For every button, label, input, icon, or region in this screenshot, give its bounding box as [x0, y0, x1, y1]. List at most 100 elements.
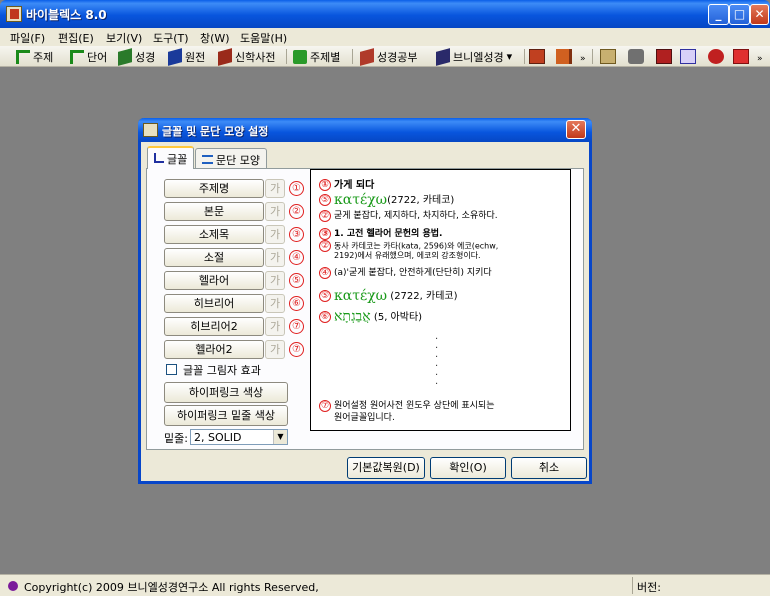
toolbar-separator	[286, 49, 287, 64]
chevron-down-icon[interactable]: ▼	[273, 430, 287, 444]
preview-line: 원어글꼴입니다.	[334, 413, 395, 423]
preview-char-button[interactable]: 가	[265, 179, 285, 198]
preview-char-button[interactable]: 가	[265, 202, 285, 221]
menu-help[interactable]: 도움말(H)	[240, 30, 287, 46]
preview-char-button[interactable]: 가	[265, 340, 285, 359]
bible-study-icon	[360, 47, 374, 66]
hyperlink-underline-button[interactable]: 하이퍼링크 밑줄 색상	[164, 405, 288, 426]
exit-icon[interactable]	[556, 49, 572, 64]
ellipsis-dots: · · · · · ·	[435, 334, 439, 390]
dialog-title-bar: 글꼴 및 문단 모양 설정 ✕	[138, 118, 592, 142]
number-marker: ⑦	[289, 319, 304, 334]
word-icon	[70, 49, 84, 64]
menu-view[interactable]: 보기(V)	[106, 30, 142, 46]
font-button-greek2[interactable]: 헬라어2	[164, 340, 264, 359]
number-marker: ⑥	[289, 296, 304, 311]
preview-line: ⑥ אֲבַגְתָא (5, 아박타)	[319, 308, 423, 325]
toolbar-bible-study-button[interactable]: 성경공부	[360, 47, 417, 66]
toolbar-separator	[592, 49, 593, 64]
version-text: 버전: 8,0,0(2009060301)	[632, 577, 750, 596]
theology-book-icon	[218, 47, 232, 66]
font-button-hebrew2[interactable]: 히브리어2	[164, 317, 264, 336]
underline-select[interactable]: 2, SOLID ▼	[190, 429, 288, 445]
preview-line: ② 굳게 붙잡다, 제지하다, 차지하다, 소유하다.	[319, 209, 498, 222]
paragraph-tab-icon	[202, 155, 213, 164]
number-marker: ③	[289, 227, 304, 242]
font-button-body[interactable]: 본문	[164, 202, 264, 221]
bible-book-icon	[118, 47, 132, 66]
shadow-checkbox[interactable]	[166, 364, 177, 375]
copy-icon[interactable]	[656, 49, 672, 64]
preview-char-button[interactable]: 가	[265, 248, 285, 267]
chevron-down-icon[interactable]: ▾	[507, 50, 513, 63]
preview-line: 2192)에서 유래했으며, 에코의 강조형이다.	[334, 251, 481, 260]
toolbar-original-button[interactable]: 원전	[168, 47, 205, 66]
font-button-hebrew[interactable]: 히브리어	[164, 294, 264, 313]
preview-line: ⑤ κατέχω (2722, 카테코)	[319, 288, 458, 304]
red-book-icon[interactable]	[733, 49, 749, 64]
preview-line: ⑤ κατέχω(2722, 카테코)	[319, 192, 455, 208]
maximize-button[interactable]: □	[729, 4, 750, 25]
by-topic-icon	[293, 49, 307, 64]
font-button-subtitle[interactable]: 소제목	[164, 225, 264, 244]
preview-char-button[interactable]: 가	[265, 294, 285, 313]
shadow-checkbox-label: 글꼴 그림자 효과	[183, 364, 261, 377]
cancel-button[interactable]: 취소	[511, 457, 587, 479]
grid-icon[interactable]	[529, 49, 545, 64]
font-button-greek[interactable]: 헬라어	[164, 271, 264, 290]
font-button-section[interactable]: 소절	[164, 248, 264, 267]
number-marker: ⑤	[289, 273, 304, 288]
font-preview-panel: ① 가게 되다 ⑤ κατέχω(2722, 카테코) ② 굳게 붙잡다, 제지하다,…	[310, 169, 571, 431]
folder-icon[interactable]	[600, 49, 616, 64]
preview-char-button[interactable]: 가	[265, 271, 285, 290]
menu-file[interactable]: 파일(F)	[10, 30, 45, 46]
number-marker: ②	[289, 204, 304, 219]
menu-tools[interactable]: 도구(T)	[153, 30, 189, 46]
toolbar-theology-dict-button[interactable]: 신학사전	[218, 47, 275, 66]
app-title-bar: 바이블렉스 8.0 _ □ ✕	[0, 0, 770, 28]
preview-line: ③ 1. 고전 헬라어 문헌의 용법.	[319, 226, 442, 240]
preview-line: ④ (a)'굳게 붙잡다, 안전하게(단단히) 지키다	[319, 266, 492, 279]
restore-defaults-button[interactable]: 기본값복원(D)	[347, 457, 425, 479]
toolbar-peniel-bible-button[interactable]: 브니엘성경 ▾	[436, 47, 513, 66]
number-marker: ④	[289, 250, 304, 265]
font-tab-panel: 주제명 가 ① 본문 가 ② 소제목 가 ③ 소절 가 ④ 헬라어 가 ⑤ 히브…	[146, 168, 584, 450]
original-book-icon	[168, 47, 182, 66]
dialog-close-button[interactable]: ✕	[566, 120, 586, 139]
ok-button[interactable]: 확인(O)	[430, 457, 506, 479]
search-icon[interactable]	[680, 49, 696, 64]
toolbar-overflow-right[interactable]: »	[757, 50, 763, 67]
font-settings-dialog: 글꼴 및 문단 모양 설정 ✕ 글꼴 문단 모양 주제명 가 ① 본문 가 ② …	[138, 118, 592, 484]
close-button[interactable]: ✕	[750, 4, 769, 25]
number-marker: ①	[289, 181, 304, 196]
toolbar: 주제 단어 성경 원전 신학사전 주제별 성경공부 브니엘성경 ▾ » »	[0, 46, 770, 67]
topic-icon	[16, 49, 30, 64]
minimize-button[interactable]: _	[708, 4, 729, 25]
preview-line: ① 가게 되다	[319, 176, 374, 191]
dialog-icon	[143, 123, 158, 137]
toolbar-bible-button[interactable]: 성경	[118, 47, 155, 66]
preview-char-button[interactable]: 가	[265, 225, 285, 244]
toolbar-topic-button[interactable]: 주제	[16, 48, 53, 65]
menu-window[interactable]: 창(W)	[200, 30, 230, 46]
toolbar-separator	[524, 49, 525, 64]
toolbar-by-topic-button[interactable]: 주제별	[293, 48, 340, 65]
font-button-topic-name[interactable]: 주제명	[164, 179, 264, 198]
peniel-bible-icon	[436, 47, 450, 66]
toolbar-separator	[352, 49, 353, 64]
menu-edit[interactable]: 편집(E)	[58, 30, 94, 46]
toolbar-overflow[interactable]: »	[580, 50, 586, 67]
tab-font[interactable]: 글꼴	[147, 146, 195, 169]
stop-icon[interactable]	[708, 49, 724, 64]
tab-paragraph[interactable]: 문단 모양	[195, 148, 267, 168]
underline-select-value: 2, SOLID	[194, 431, 242, 444]
underline-label: 밑줄:	[164, 432, 188, 445]
hyperlink-color-button[interactable]: 하이퍼링크 색상	[164, 382, 288, 403]
number-marker: ⑦	[289, 342, 304, 357]
toolbar-word-button[interactable]: 단어	[70, 48, 107, 65]
status-indicator-icon	[8, 581, 18, 591]
menu-bar: 파일(F) 편집(E) 보기(V) 도구(T) 창(W) 도움말(H)	[0, 28, 770, 46]
app-icon	[6, 6, 22, 22]
print-icon[interactable]	[628, 49, 644, 64]
preview-char-button[interactable]: 가	[265, 317, 285, 336]
